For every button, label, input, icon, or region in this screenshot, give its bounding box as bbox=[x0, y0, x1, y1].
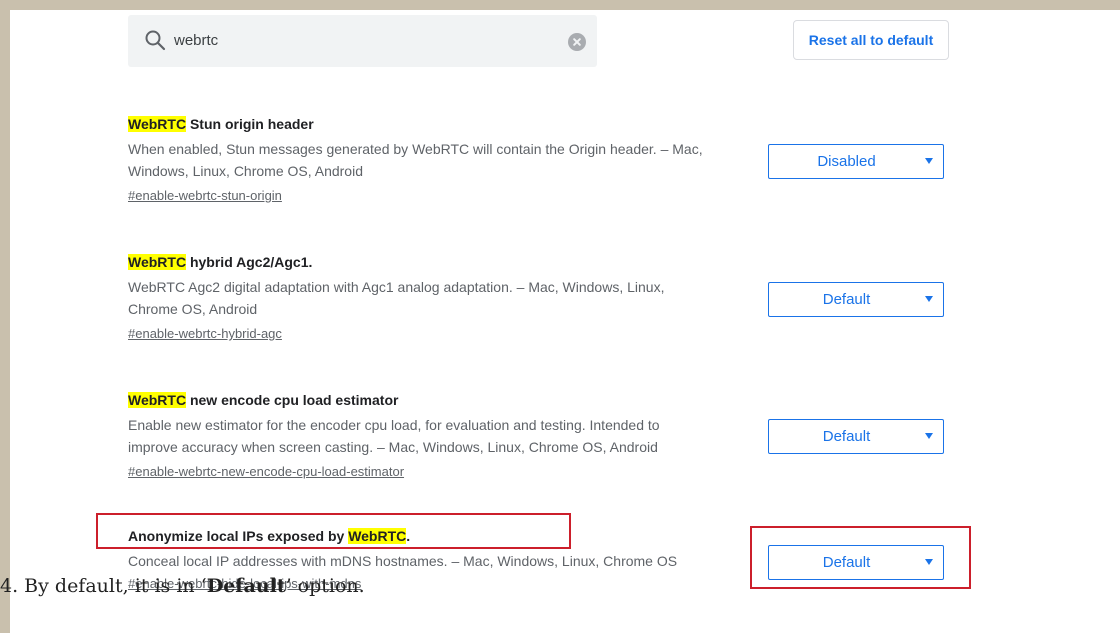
select-value: Disabled bbox=[817, 153, 876, 170]
experiment-link[interactable]: #enable-webrtc-new-encode-cpu-load-estim… bbox=[128, 462, 748, 482]
experiment-title-text: hybrid Agc2/Agc1. bbox=[186, 254, 313, 270]
description-line: When enabled, Stun messages generated by… bbox=[128, 141, 703, 157]
experiment-title-text: new encode cpu load estimator bbox=[186, 392, 399, 408]
description-line: Windows, Linux, Chrome OS, Android bbox=[128, 163, 363, 179]
flags-page: webrtc Reset all to default WebRTC Stun … bbox=[0, 10, 1120, 633]
search-highlight: WebRTC bbox=[128, 392, 187, 408]
search-icon bbox=[145, 30, 166, 51]
description-line: Enable new estimator for the encoder cpu… bbox=[128, 417, 660, 433]
experiment-description: When enabled, Stun messages generated by… bbox=[128, 138, 748, 182]
clear-search-icon[interactable] bbox=[568, 33, 586, 51]
experiment-description: Enable new estimator for the encoder cpu… bbox=[128, 414, 748, 458]
search-highlight: WebRTC bbox=[128, 116, 187, 132]
dropdown-arrow-icon bbox=[925, 158, 933, 164]
experiment-select[interactable]: Default bbox=[768, 419, 944, 454]
experiment-link[interactable]: #enable-webrtc-stun-origin bbox=[128, 186, 748, 206]
dropdown-arrow-icon bbox=[925, 296, 933, 302]
caption-text: 4. By default, it is in ‘ bbox=[0, 575, 207, 597]
search-bar[interactable]: webrtc bbox=[128, 15, 597, 67]
experiment-title: WebRTC Stun origin header bbox=[128, 114, 748, 134]
experiment-title: WebRTC new encode cpu load estimator bbox=[128, 390, 748, 410]
experiment-title-text: Stun origin header bbox=[186, 116, 314, 132]
description-line: Chrome OS, Android bbox=[128, 301, 258, 317]
search-highlight: WebRTC bbox=[128, 254, 187, 270]
experiment-select[interactable]: Default bbox=[768, 282, 944, 317]
experiment-title: WebRTC hybrid Agc2/Agc1. bbox=[128, 252, 748, 272]
description-line: improve accuracy when screen casting. – … bbox=[128, 439, 658, 455]
experiment-description: Conceal local IP addresses with mDNS hos… bbox=[128, 550, 748, 572]
experiment-description: WebRTC Agc2 digital adaptation with Agc1… bbox=[128, 276, 748, 320]
experiment-select[interactable]: Disabled bbox=[768, 144, 944, 179]
annotation-box-select bbox=[750, 526, 971, 589]
description-line: WebRTC Agc2 digital adaptation with Agc1… bbox=[128, 279, 665, 295]
caption-text: ’ option. bbox=[285, 575, 365, 597]
experiment-link[interactable]: #enable-webrtc-hybrid-agc bbox=[128, 324, 748, 344]
select-value: Default bbox=[822, 428, 871, 445]
reset-all-button[interactable]: Reset all to default bbox=[793, 20, 949, 60]
experiment-item: WebRTC hybrid Agc2/Agc1. WebRTC Agc2 dig… bbox=[128, 252, 748, 344]
description-line: Conceal local IP addresses with mDNS hos… bbox=[128, 553, 678, 569]
frame-border-left bbox=[0, 0, 10, 633]
experiment-item: WebRTC Stun origin header When enabled, … bbox=[128, 114, 748, 206]
experiment-item: WebRTC new encode cpu load estimator Ena… bbox=[128, 390, 748, 482]
dropdown-arrow-icon bbox=[925, 433, 933, 439]
search-input[interactable]: webrtc bbox=[174, 32, 218, 49]
caption-bold: Default bbox=[206, 575, 286, 597]
annotation-box-title bbox=[96, 513, 571, 549]
frame-border-top bbox=[0, 0, 1120, 10]
select-value: Default bbox=[822, 291, 871, 308]
tutorial-caption: 4. By default, it is in ‘Default’ option… bbox=[0, 575, 365, 597]
